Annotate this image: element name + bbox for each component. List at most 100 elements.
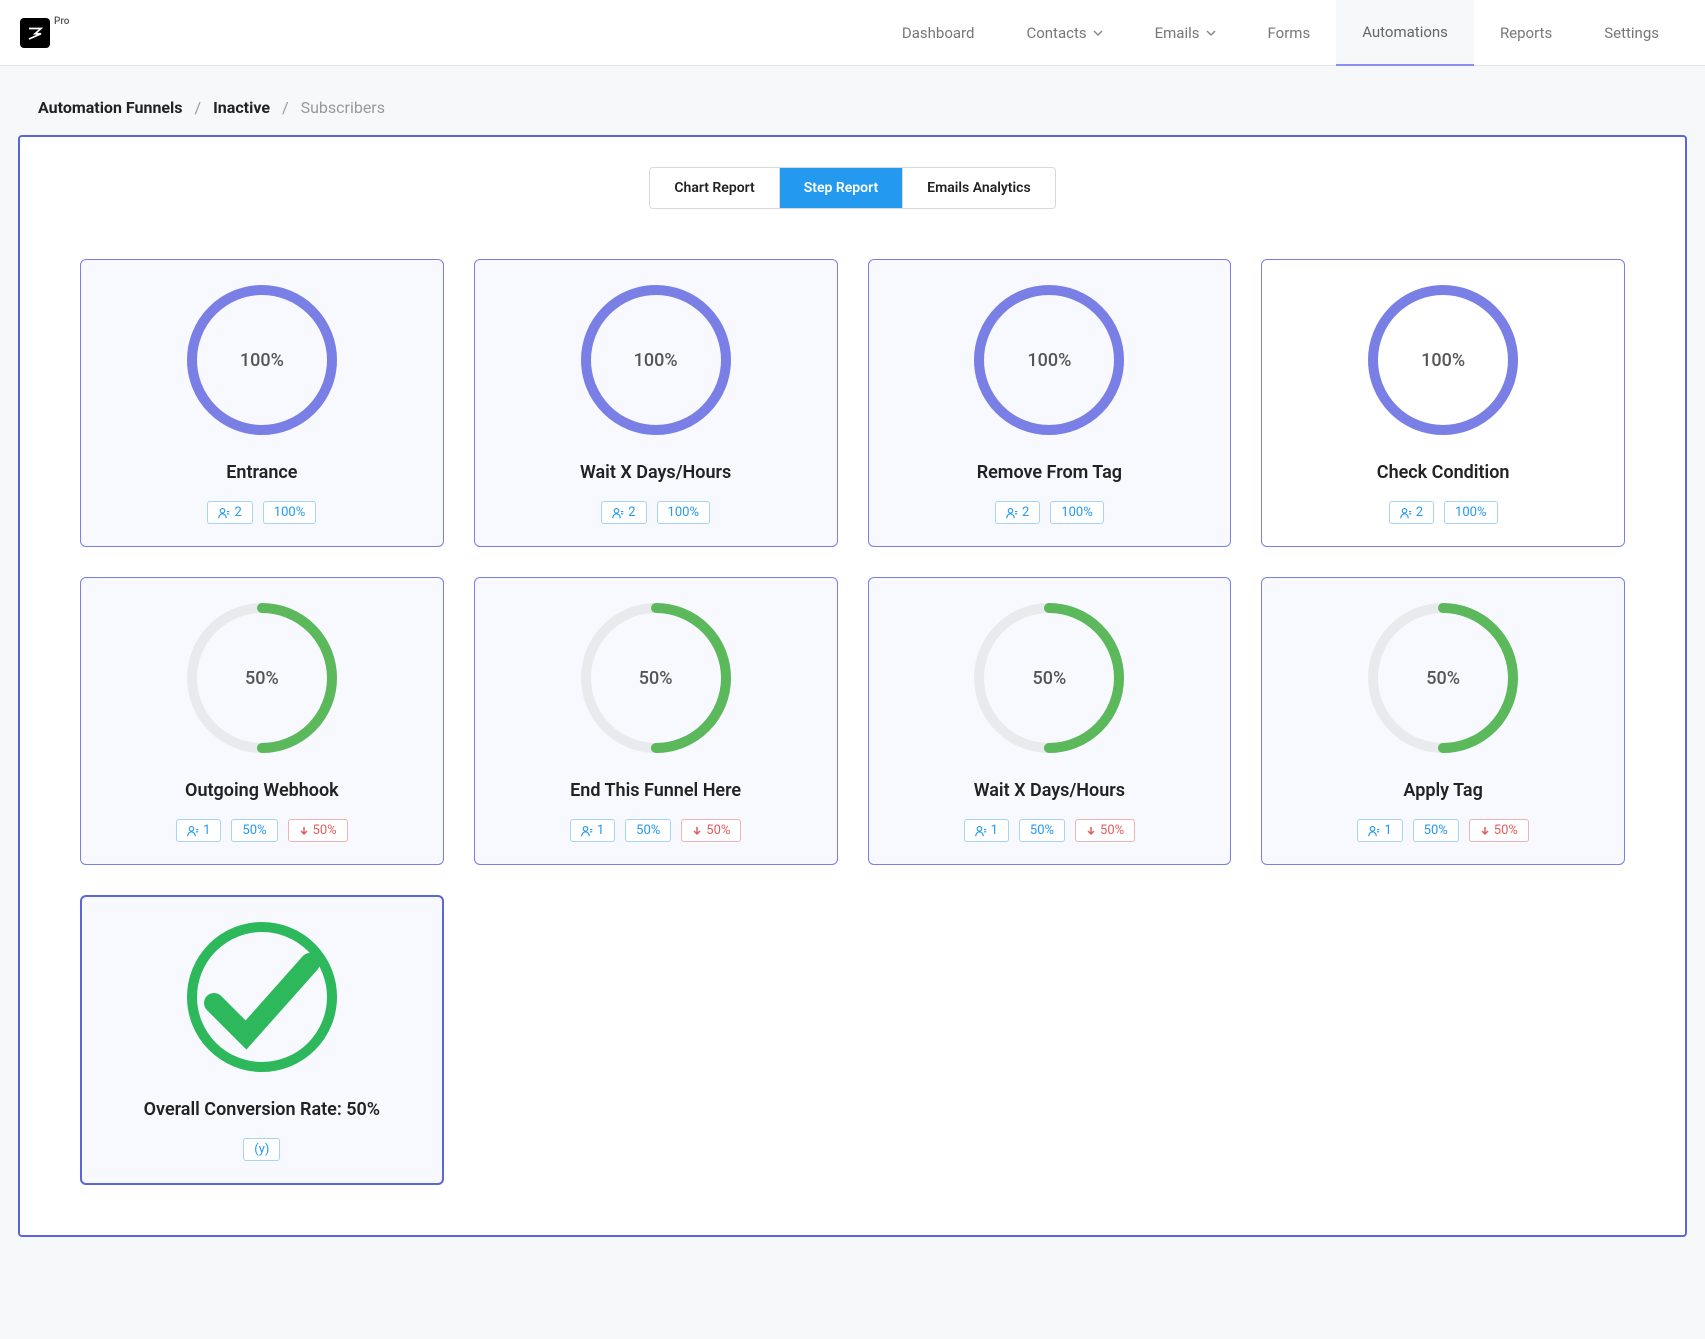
person-icon [975, 825, 987, 837]
card-title: End This Funnel Here [570, 780, 741, 801]
breadcrumb-mid[interactable]: Inactive [213, 98, 270, 117]
person-icon [1006, 507, 1018, 519]
arrow-down-icon [1086, 826, 1096, 836]
arrow-down-icon [1480, 826, 1490, 836]
step-card[interactable]: 50% Wait X Days/Hours 1 50% 50% [868, 577, 1232, 865]
nav-label: Contacts [1026, 24, 1086, 42]
cards-grid: 100%Entrance2100% 100%Wait X Days/Hours2… [80, 259, 1625, 1185]
people-badge: 2 [1389, 501, 1434, 524]
step-card[interactable]: 100% Check Condition 2 100% [1261, 259, 1625, 547]
nav-item-settings[interactable]: Settings [1578, 0, 1685, 66]
ring-value: 100% [240, 350, 284, 371]
ring-value: 100% [1421, 350, 1465, 371]
card-title: Entrance [226, 462, 297, 483]
drop-badge: 50% [288, 819, 348, 842]
person-icon [218, 507, 230, 519]
step-card[interactable]: 50% Outgoing Webhook 1 50% 50% [80, 577, 444, 865]
drop-badge: 50% [1075, 819, 1135, 842]
drop-badge: 50% [681, 819, 741, 842]
progress-ring: 100% [969, 280, 1129, 440]
ring-value: 50% [1033, 668, 1067, 689]
card-badges: 2100% [207, 501, 316, 524]
chevron-down-icon [1206, 28, 1216, 38]
report-tabs: Chart ReportStep ReportEmails Analytics [649, 167, 1055, 209]
report-panel: Chart ReportStep ReportEmails Analytics … [18, 135, 1687, 1237]
card-badges: 1 50% 50% [1357, 819, 1529, 842]
progress-ring: 50% [182, 598, 342, 758]
main-nav: Dashboard Contacts EmailsForms Automations R… [876, 0, 1685, 66]
card-badges: (y) [243, 1138, 280, 1161]
nav-item-reports[interactable]: Reports [1474, 0, 1578, 66]
people-badge: 1 [1357, 819, 1402, 842]
breadcrumb-leaf: Subscribers [301, 98, 385, 117]
card-badges: 150%50% [570, 819, 742, 842]
person-icon [187, 825, 199, 837]
card-badges: 2 100% [995, 501, 1104, 524]
app-header: Pro Dashboard Contacts EmailsForms Automati… [0, 0, 1705, 66]
card-title: Wait X Days/Hours [974, 780, 1125, 801]
percent-badge: 50% [1019, 819, 1065, 842]
step-card[interactable]: 100%Remove From Tag2100% [868, 259, 1232, 547]
pro-badge: Pro [54, 16, 69, 27]
people-badge: 1 [964, 819, 1009, 842]
card-title: Wait X Days/Hours [580, 462, 731, 483]
nav-label: Automations [1362, 23, 1448, 41]
nav-item-contacts[interactable]: Contacts [1000, 0, 1128, 66]
logo-icon [26, 24, 44, 42]
percent-badge: 100% [1444, 501, 1497, 524]
ring-value: 50% [245, 668, 279, 689]
ring-value: 50% [639, 668, 673, 689]
progress-ring: 50% [969, 598, 1129, 758]
step-card[interactable]: 100% Entrance 2100% [80, 259, 444, 547]
app-logo[interactable] [20, 18, 50, 48]
percent-badge: 50% [1413, 819, 1459, 842]
card-title: Outgoing Webhook [185, 780, 339, 801]
tab-step-report[interactable]: Step Report [780, 168, 903, 208]
chevron-down-icon [1093, 28, 1103, 38]
person-icon [612, 507, 624, 519]
progress-ring: 100% [576, 280, 736, 440]
people-badge: 2 [995, 501, 1040, 524]
nav-item-emails[interactable]: Emails [1129, 0, 1242, 66]
page-wrap: Automation Funnels / Inactive / Subscrib… [0, 66, 1705, 1255]
step-card[interactable]: 100% Wait X Days/Hours 2100% [474, 259, 838, 547]
nav-label: Reports [1500, 24, 1552, 42]
arrow-down-icon [692, 826, 702, 836]
card-badges: 2100% [601, 501, 710, 524]
nav-item-automations[interactable]: Automations [1336, 0, 1474, 66]
ring-value: 50% [1426, 668, 1460, 689]
progress-ring: 50% [1363, 598, 1523, 758]
person-icon [581, 825, 593, 837]
percent-badge: 50% [231, 819, 277, 842]
card-title: Check Condition [1377, 462, 1510, 483]
yes-badge: (y) [243, 1138, 280, 1161]
nav-label: Dashboard [902, 24, 975, 42]
percent-badge: 100% [657, 501, 710, 524]
nav-item-dashboard[interactable]: Dashboard [876, 0, 1001, 66]
percent-badge: 50% [625, 819, 671, 842]
breadcrumb-sep: / [195, 98, 202, 117]
overall-conversion-card[interactable]: Overall Conversion Rate: 50% (y) [80, 895, 444, 1185]
card-title: Apply Tag [1403, 780, 1482, 801]
nav-label: Settings [1604, 24, 1659, 42]
person-icon [1400, 507, 1412, 519]
breadcrumb: Automation Funnels / Inactive / Subscrib… [18, 84, 1687, 135]
card-badges: 1 50% 50% [176, 819, 348, 842]
card-badges: 2 100% [1389, 501, 1498, 524]
progress-ring: 100% [182, 280, 342, 440]
tab-emails-analytics[interactable]: Emails Analytics [903, 168, 1054, 208]
ring-value: 100% [634, 350, 678, 371]
person-icon [1368, 825, 1380, 837]
percent-badge: 100% [1050, 501, 1103, 524]
drop-badge: 50% [1469, 819, 1529, 842]
step-card[interactable]: 50%End This Funnel Here150%50% [474, 577, 838, 865]
card-title: Overall Conversion Rate: 50% [144, 1099, 380, 1120]
ring-value: 100% [1027, 350, 1071, 371]
breadcrumb-root[interactable]: Automation Funnels [38, 98, 183, 117]
nav-item-forms[interactable]: Forms [1242, 0, 1337, 66]
progress-ring [182, 917, 342, 1077]
checkmark-icon [182, 915, 342, 1080]
step-card[interactable]: 50% Apply Tag1 50% 50% [1261, 577, 1625, 865]
tab-chart-report[interactable]: Chart Report [650, 168, 779, 208]
people-badge: 1 [176, 819, 221, 842]
